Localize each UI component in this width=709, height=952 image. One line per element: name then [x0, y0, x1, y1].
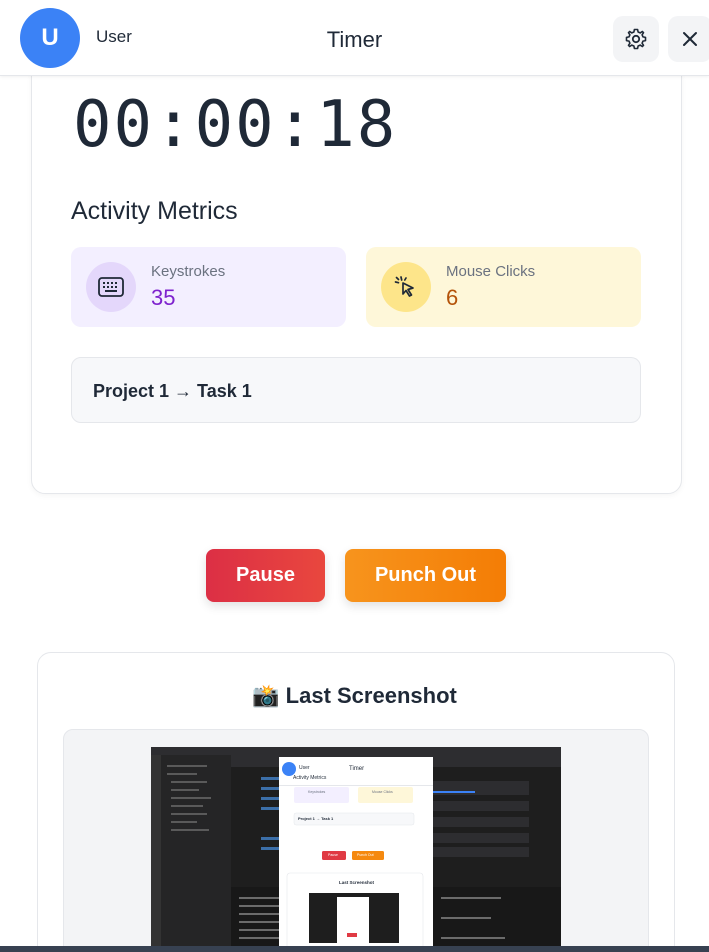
mini-shot-title: Last Screenshot — [339, 880, 375, 885]
keystrokes-label: Keystrokes — [151, 263, 226, 280]
keystrokes-metric: Keystrokes 35 — [71, 247, 346, 327]
mini-keystrokes-label: Keystrokes — [308, 790, 326, 794]
current-task-box: Project 1 → Task 1 — [71, 357, 641, 423]
mouse-clicks-label: Mouse Clicks — [446, 263, 536, 280]
page-title: Timer — [326, 27, 383, 52]
keyboard-icon — [86, 262, 136, 312]
app-header: U User Timer — [0, 0, 709, 76]
mouse-pointer-click-icon — [381, 262, 431, 312]
activity-metrics-heading: Activity Metrics — [71, 197, 238, 225]
punch-out-button[interactable]: Punch Out — [345, 549, 506, 602]
settings-button[interactable] — [613, 16, 659, 62]
elapsed-timer: 00:00:18 — [73, 88, 398, 162]
window-bottom-edge — [0, 946, 709, 952]
mini-pause-label: Pause — [328, 853, 338, 857]
keystrokes-value: 35 — [151, 285, 176, 310]
screenshot-thumbnail[interactable]: User Timer Activity Metrics Keystrokes M… — [151, 747, 561, 952]
mouse-clicks-value: 6 — [446, 285, 459, 310]
mini-punch-label: Punch Out — [357, 853, 374, 857]
current-task-label: Project 1 → Task 1 — [93, 381, 252, 401]
last-screenshot-title: 📸 Last Screenshot — [252, 683, 457, 708]
close-button[interactable] — [668, 16, 709, 62]
gear-icon — [625, 28, 647, 50]
timer-window: 00:00:18 Activity Metrics Keystrokes 35 — [0, 0, 709, 952]
mini-user-label: User — [299, 765, 310, 771]
close-icon — [683, 32, 697, 46]
pause-button[interactable]: Pause — [206, 549, 325, 602]
mini-task-label: Project 1 → Task 1 — [298, 816, 334, 821]
mini-title-label: Timer — [349, 766, 365, 772]
mini-metrics-heading: Activity Metrics — [293, 775, 327, 781]
mini-clicks-label: Mouse Clicks — [372, 790, 393, 794]
mouse-clicks-metric: Mouse Clicks 6 — [366, 247, 641, 327]
